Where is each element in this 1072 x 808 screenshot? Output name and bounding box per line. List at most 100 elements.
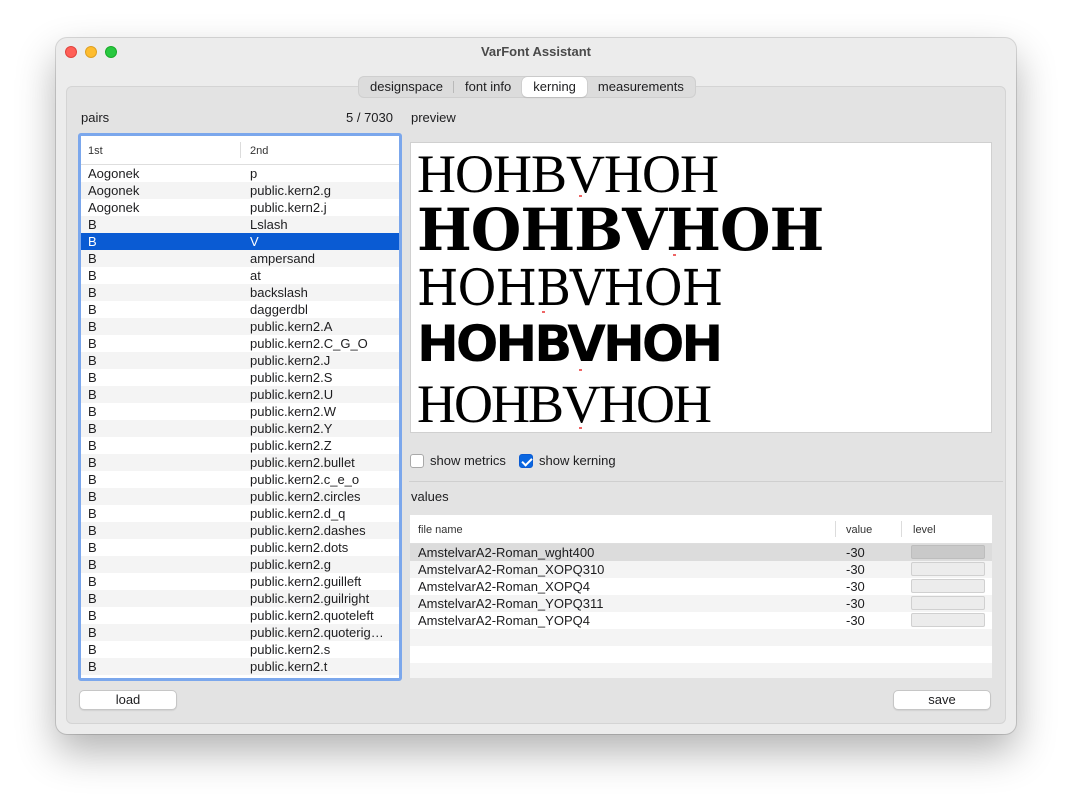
pair-row[interactable]: Bbackslash (81, 284, 399, 301)
pair-first-glyph: B (88, 625, 97, 640)
column-header-value[interactable]: value (846, 524, 872, 536)
column-header-first[interactable]: 1st (88, 145, 103, 157)
pair-row[interactable]: Bpublic.kern2.dots (81, 539, 399, 556)
pair-row[interactable]: Bpublic.kern2.W (81, 403, 399, 420)
pair-row[interactable]: Bpublic.kern2.Y (81, 420, 399, 437)
pair-row[interactable]: Bpublic.kern2.circles (81, 488, 399, 505)
pair-row[interactable]: Aogonek public.kern2.j (81, 199, 399, 216)
pair-row[interactable]: Bpublic.kern2.J (81, 352, 399, 369)
pair-second-glyph: public.kern2.s (250, 642, 331, 657)
pair-row[interactable]: Bpublic.kern2.t (81, 658, 399, 675)
pair-first-glyph: B (88, 472, 97, 487)
pair-row[interactable]: Bpublic.kern2.dashes (81, 522, 399, 539)
pair-first-glyph: B (88, 217, 97, 232)
pair-row[interactable]: Bpublic.kern2.Z (81, 437, 399, 454)
pair-first-glyph: B (88, 251, 97, 266)
kerning-value-cell: -30 (846, 562, 865, 577)
level-slider[interactable] (911, 613, 985, 627)
value-row[interactable]: AmstelvarA2-Roman_XOPQ4 -30 (410, 578, 992, 595)
preview-line: HOHBVHOH (417, 144, 719, 204)
pair-second-glyph: Lslash (250, 217, 288, 232)
pair-row[interactable]: Bpublic.kern2.S (81, 369, 399, 386)
pair-first-glyph: B (88, 574, 97, 589)
pair-second-glyph: public.kern2.c_e_o (250, 472, 360, 487)
pair-row[interactable]: Bpublic.kern2.g (81, 556, 399, 573)
kerning-marker (542, 311, 545, 313)
pair-row[interactable]: B Lslash (81, 216, 399, 233)
kerning-value-cell: -30 (846, 545, 865, 560)
show-kerning-option[interactable]: show kerning (519, 453, 616, 468)
tab-kerning[interactable]: kerning (522, 77, 587, 97)
level-slider[interactable] (911, 562, 985, 576)
kerning-marker (579, 369, 582, 371)
pair-row[interactable]: Bpublic.kern2.quoteleft (81, 607, 399, 624)
level-slider[interactable] (911, 579, 985, 593)
pairs-count: 5 / 7030 (346, 110, 393, 125)
pair-second-glyph: public.kern2.t (250, 659, 328, 674)
pairs-table[interactable]: 1st 2nd Aogonek p Aogonek public.kern2.g Aog… (78, 133, 402, 681)
value-row[interactable]: AmstelvarA2-Roman_YOPQ4 -30 (410, 612, 992, 629)
pair-row[interactable]: Bdaggerdbl (81, 301, 399, 318)
pair-second-glyph: daggerdbl (250, 302, 308, 317)
pair-first-glyph: B (88, 506, 97, 521)
empty-row (410, 629, 992, 646)
show-kerning-checkbox[interactable] (519, 453, 533, 468)
pair-row[interactable]: Bampersand (81, 250, 399, 267)
pair-first-glyph: B (88, 370, 97, 385)
value-row[interactable]: AmstelvarA2-Roman_wght400 -30 (410, 544, 992, 561)
value-row[interactable]: AmstelvarA2-Roman_YOPQ311 -30 (410, 595, 992, 612)
empty-row (410, 663, 992, 678)
column-header-second[interactable]: 2nd (250, 145, 268, 157)
column-header-level[interactable]: level (913, 524, 936, 536)
pair-first-glyph: B (88, 642, 97, 657)
pair-second-glyph: public.kern2.quoteleft (250, 608, 374, 623)
pair-row[interactable]: Bpublic.kern2.guilleft (81, 573, 399, 590)
pair-row[interactable]: Aogonek p (81, 165, 399, 182)
pair-second-glyph: public.kern2.circles (250, 489, 361, 504)
pair-first-glyph: B (88, 591, 97, 606)
pair-second-glyph: public.kern2.quoterig… (250, 625, 384, 640)
values-table-body: AmstelvarA2-Roman_wght400 -30 AmstelvarA2-… (410, 544, 992, 678)
pair-row[interactable]: Bpublic.kern2.C_G_O (81, 335, 399, 352)
tab-font-info[interactable]: font info (454, 77, 522, 97)
file-name-cell: AmstelvarA2-Roman_XOPQ4 (418, 579, 590, 594)
tab-designspace[interactable]: designspace (359, 77, 454, 97)
pair-first-glyph: Aogonek (88, 166, 140, 181)
show-metrics-option[interactable]: show metrics (410, 453, 506, 468)
divider (409, 481, 1003, 482)
pair-row[interactable]: Bpublic.kern2.U (81, 386, 399, 403)
pair-row[interactable]: Aogonek public.kern2.g (81, 182, 399, 199)
pair-row[interactable]: Bpublic.kern2.quoterig… (81, 624, 399, 641)
level-slider[interactable] (911, 596, 985, 610)
values-table[interactable]: file name value level AmstelvarA2-Roman_… (410, 515, 992, 678)
pair-row[interactable]: Bpublic.kern2.bullet (81, 454, 399, 471)
kerning-marker (673, 254, 676, 256)
tab-measurements[interactable]: measurements (587, 77, 695, 97)
values-table-header: file name value level (410, 515, 992, 544)
show-metrics-checkbox[interactable] (410, 453, 424, 468)
pair-row[interactable]: Bpublic.kern2.guilright (81, 590, 399, 607)
pair-row[interactable]: Bpublic.kern2.s (81, 641, 399, 658)
save-button[interactable]: save (893, 690, 991, 710)
pair-second-glyph: public.kern2.g (250, 183, 331, 198)
pair-row[interactable]: Bat (81, 267, 399, 284)
pair-second-glyph: at (250, 268, 261, 283)
pair-first-glyph: B (88, 455, 97, 470)
pairs-table-header: 1st 2nd (81, 136, 399, 165)
pair-first-glyph: B (88, 268, 97, 283)
window-title: VarFont Assistant (480, 44, 592, 59)
file-name-cell: AmstelvarA2-Roman_wght400 (418, 545, 595, 560)
load-button[interactable]: load (79, 690, 177, 710)
pair-second-glyph: public.kern2.d_q (250, 506, 346, 521)
level-slider[interactable] (911, 545, 985, 559)
pair-row[interactable]: Bpublic.kern2.A (81, 318, 399, 335)
values-label: values (411, 489, 449, 504)
value-row[interactable]: AmstelvarA2-Roman_XOPQ310 -30 (410, 561, 992, 578)
column-header-file-name[interactable]: file name (418, 524, 463, 536)
show-metrics-label: show metrics (430, 453, 506, 468)
pair-first-glyph: B (88, 302, 97, 317)
pair-row[interactable]: Bpublic.kern2.c_e_o (81, 471, 399, 488)
pair-row[interactable]: Bpublic.kern2.d_q (81, 505, 399, 522)
pair-second-glyph: public.kern2.Z (250, 438, 332, 453)
pair-row[interactable]: BV (81, 233, 399, 250)
